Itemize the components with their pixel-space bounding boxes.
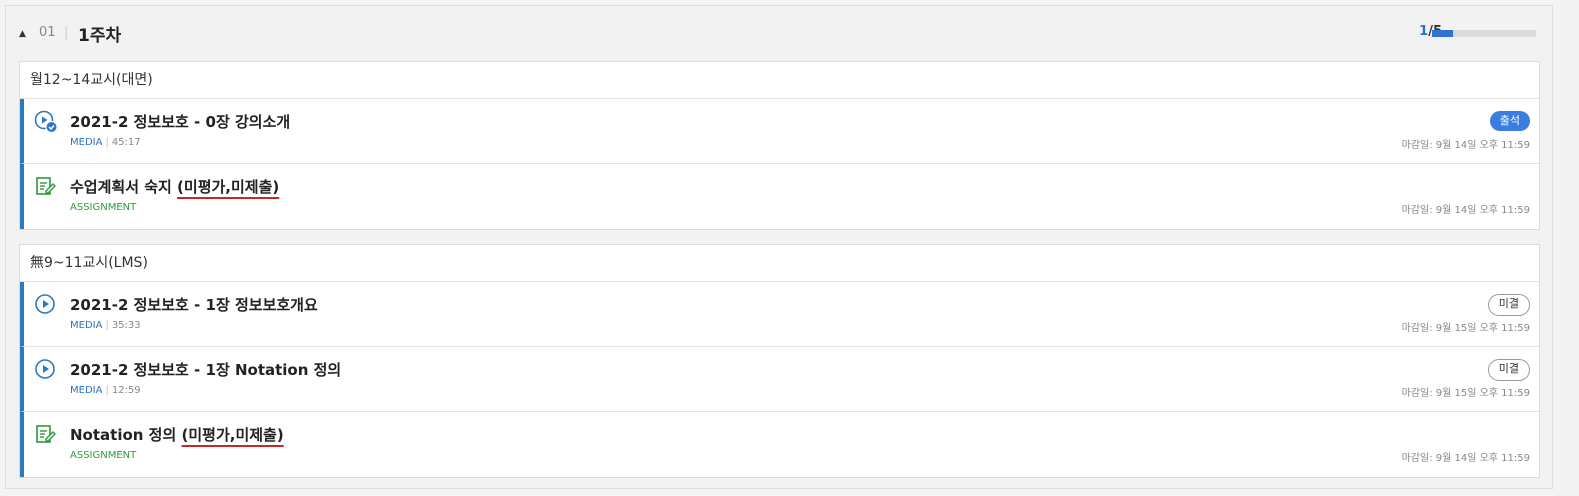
item-title-text: 수업계획서 숙지 xyxy=(70,178,178,196)
attendance-badge: 미결 xyxy=(1487,359,1530,381)
assignment-icon xyxy=(34,423,58,447)
attendance-badge: 출석 xyxy=(1489,111,1530,131)
item-deadline: 마감일: 9월 14일 오후 11:59 xyxy=(1401,453,1530,464)
item-title-text: 2021-2 정보보호 - 1장 정보보호개요 xyxy=(70,296,318,314)
attendance-badge: 미결 xyxy=(1487,294,1530,316)
item-title[interactable]: 2021-2 정보보호 - 1장 정보보호개요 xyxy=(70,294,318,315)
section-title: 無9~11교시(LMS) xyxy=(20,245,1539,282)
divider: | xyxy=(64,25,69,40)
media-item[interactable]: 2021-2 정보보호 - 1장 Notation 정의 MEDIA | 12:59 미… xyxy=(20,347,1539,412)
progress-bar xyxy=(1432,30,1536,37)
item-title[interactable]: 2021-2 정보보호 - 0장 강의소개 xyxy=(70,111,290,132)
item-title-text: 2021-2 정보보호 - 0장 강의소개 xyxy=(70,113,291,131)
play-icon xyxy=(34,358,58,382)
item-meta: MEDIA | 12:59 xyxy=(70,385,141,396)
item-meta: ASSIGNMENT xyxy=(70,450,136,461)
item-type: ASSIGNMENT xyxy=(70,202,137,213)
item-status-marked: (미평가,미제출) xyxy=(181,426,284,444)
assignment-item[interactable]: Notation 정의 (미평가,미제출) ASSIGNMENT 마감일: 9월 1… xyxy=(20,412,1539,477)
item-type: MEDIA xyxy=(70,137,103,148)
item-deadline: 마감일: 9월 15일 오후 11:59 xyxy=(1401,323,1530,334)
progress-fill xyxy=(1432,30,1453,37)
play-icon xyxy=(34,293,58,317)
progress-current: 1 xyxy=(1419,24,1429,39)
week-number: 01 xyxy=(39,25,56,40)
item-deadline: 마감일: 9월 14일 오후 11:59 xyxy=(1401,140,1530,151)
item-meta: MEDIA | 35:33 xyxy=(70,320,141,331)
collapse-caret-icon[interactable]: ▲ xyxy=(19,29,26,39)
item-title[interactable]: 수업계획서 숙지 (미평가,미제출) xyxy=(70,176,279,197)
meta-divider: | xyxy=(105,385,109,396)
item-type: MEDIA xyxy=(70,385,103,396)
item-title-text: Notation 정의 xyxy=(70,426,182,444)
item-type: ASSIGNMENT xyxy=(70,450,137,461)
item-duration: 35:33 xyxy=(111,320,141,331)
item-duration: 12:59 xyxy=(111,385,141,396)
meta-divider: | xyxy=(105,320,109,331)
meta-divider: | xyxy=(105,137,109,148)
item-status-marked: (미평가,미제출) xyxy=(177,178,280,196)
week-panel: ▲ 01 | 1주차 1/5 월12~14교시(대면)2021-2 정보보호 -… xyxy=(5,5,1553,489)
assignment-item[interactable]: 수업계획서 숙지 (미평가,미제출) ASSIGNMENT 마감일: 9월 14일 … xyxy=(20,164,1539,229)
item-title[interactable]: Notation 정의 (미평가,미제출) xyxy=(70,424,284,445)
week-header[interactable]: ▲ 01 | 1주차 1/5 xyxy=(6,6,1552,61)
item-title-text: 2021-2 정보보호 - 1장 Notation 정의 xyxy=(70,361,342,379)
section-offline: 월12~14교시(대면) 2021-2 정보보호 - 0장 강의소개 MEDIA | 4… xyxy=(19,61,1540,230)
item-duration: 45:17 xyxy=(111,137,141,148)
media-item[interactable]: 2021-2 정보보호 - 1장 정보보호개요 MEDIA | 35:33 미결마감일:… xyxy=(20,282,1539,347)
item-meta: MEDIA | 45:17 xyxy=(70,137,141,148)
section-lms: 無9~11교시(LMS) 2021-2 정보보호 - 1장 정보보호개요 MEDIA… xyxy=(19,244,1540,478)
item-type: MEDIA xyxy=(70,320,103,331)
play-check-icon xyxy=(34,110,58,134)
assignment-icon xyxy=(34,175,58,199)
item-meta: ASSIGNMENT xyxy=(70,202,136,213)
item-deadline: 마감일: 9월 14일 오후 11:59 xyxy=(1401,205,1530,216)
media-item[interactable]: 2021-2 정보보호 - 0장 강의소개 MEDIA | 45:17 출석마감일: 9… xyxy=(20,99,1539,164)
section-title: 월12~14교시(대면) xyxy=(20,62,1539,99)
item-title[interactable]: 2021-2 정보보호 - 1장 Notation 정의 xyxy=(70,359,341,380)
item-deadline: 마감일: 9월 15일 오후 11:59 xyxy=(1401,388,1530,399)
week-title: 1주차 xyxy=(78,26,122,46)
